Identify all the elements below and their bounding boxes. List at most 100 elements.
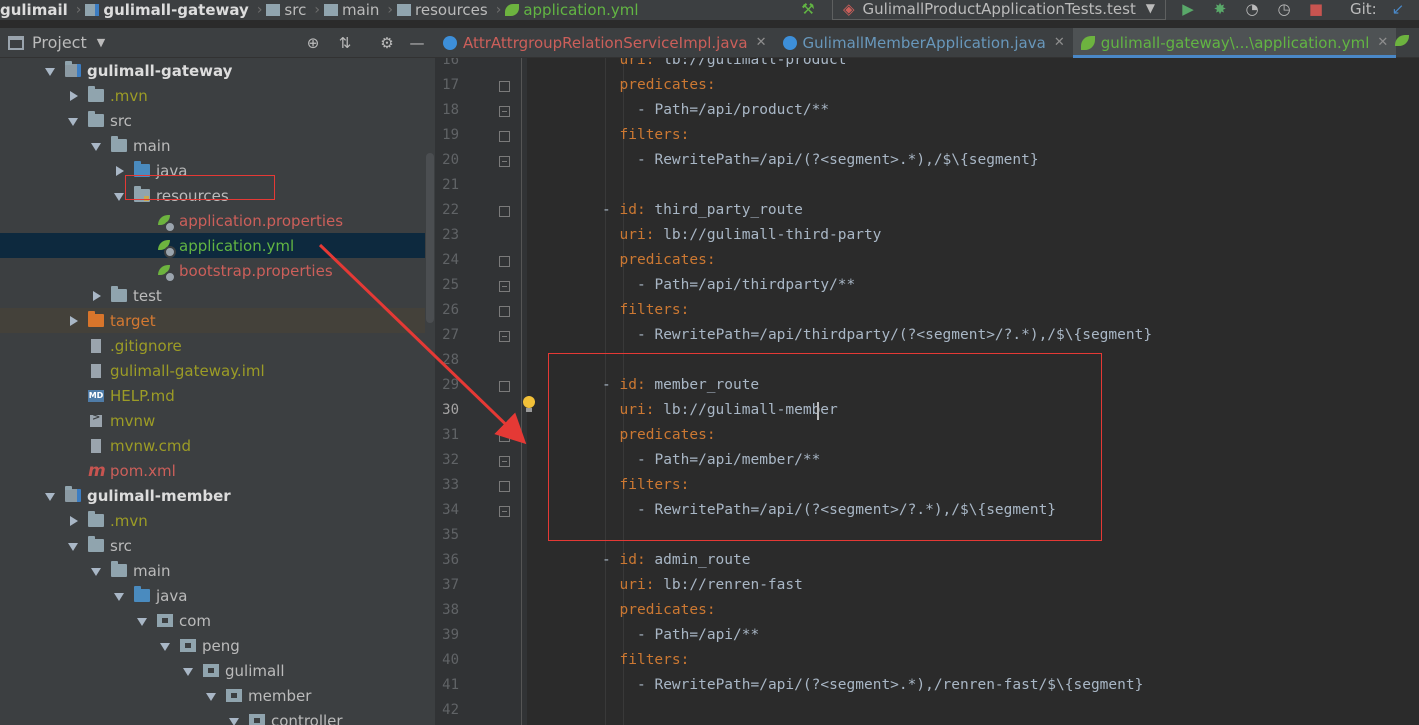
- expand-arrow-icon[interactable]: [68, 116, 78, 126]
- gear-icon[interactable]: ⚙: [377, 33, 397, 53]
- fold-marker-icon[interactable]: [499, 381, 510, 392]
- fold-marker-icon[interactable]: [499, 131, 510, 142]
- code-line[interactable]: predicates:: [620, 73, 716, 98]
- breadcrumb-item[interactable]: resources: [397, 1, 488, 19]
- tree-node[interactable]: .mvn: [0, 83, 425, 108]
- code-line[interactable]: - Path=/api/product/**: [637, 98, 829, 123]
- tree-node[interactable]: com: [0, 608, 425, 633]
- tree-node[interactable]: .gitignore: [0, 333, 425, 358]
- coverage-icon[interactable]: ◔: [1242, 0, 1262, 18]
- tree-node[interactable]: member: [0, 683, 425, 708]
- stop-icon[interactable]: ■: [1306, 0, 1326, 18]
- code-line[interactable]: uri: lb://renren-fast: [620, 573, 803, 598]
- fold-marker-icon[interactable]: [499, 431, 510, 442]
- expand-arrow-icon[interactable]: [45, 491, 55, 501]
- expand-arrow-icon[interactable]: [114, 191, 124, 201]
- tree-node[interactable]: src: [0, 533, 425, 558]
- expand-arrow-icon[interactable]: [206, 691, 216, 701]
- code-line[interactable]: - RewritePath=/api/thirdparty/(?<segment…: [637, 323, 1152, 348]
- tree-node[interactable]: application.yml: [0, 233, 425, 258]
- chevron-down-icon[interactable]: ▼: [97, 36, 105, 49]
- project-tree[interactable]: gulimall-gateway .mvn src main java resources…: [0, 58, 435, 725]
- tree-node[interactable]: .mvn: [0, 508, 425, 533]
- code-editor[interactable]: 16 17 18 19 20 21 22 23 24 25 26 27 28 29 30 31 32 33 34 35…: [435, 58, 1419, 725]
- vcs-update-icon[interactable]: ↙: [1388, 0, 1408, 18]
- collapse-all-icon[interactable]: ⇅: [335, 33, 355, 53]
- code-line[interactable]: - id: admin_route: [602, 548, 750, 573]
- code-line[interactable]: - id: member_route: [602, 373, 759, 398]
- code-line[interactable]: uri: lb://gulimall-product: [620, 58, 847, 73]
- code-line[interactable]: - Path=/api/**: [637, 623, 759, 648]
- code-line[interactable]: predicates:: [620, 423, 716, 448]
- tree-node[interactable]: controller: [0, 708, 425, 725]
- expand-arrow-icon[interactable]: [137, 616, 147, 626]
- code-line[interactable]: - id: third_party_route: [602, 198, 803, 223]
- hammer-icon[interactable]: ⚒: [798, 0, 818, 18]
- tree-node[interactable]: test: [0, 283, 425, 308]
- editor-tab[interactable]: gulimall-gateway\...\application.yml ✕: [1072, 27, 1397, 58]
- code-line[interactable]: filters:: [620, 298, 690, 323]
- fold-marker-icon[interactable]: [499, 481, 510, 492]
- expand-arrow-icon[interactable]: [160, 641, 170, 651]
- fold-marker-icon[interactable]: [499, 306, 510, 317]
- code-line[interactable]: filters:: [620, 648, 690, 673]
- debug-icon[interactable]: ✸: [1210, 0, 1230, 18]
- locate-target-icon[interactable]: ⊕: [303, 33, 323, 53]
- breadcrumb-item[interactable]: src: [266, 1, 306, 19]
- editor-tab[interactable]: AttrAttrgroupRelationServiceImpl.java ✕: [435, 28, 775, 58]
- code-line[interactable]: predicates:: [620, 598, 716, 623]
- expand-arrow-icon[interactable]: [91, 566, 101, 576]
- collapse-arrow-icon[interactable]: [68, 315, 78, 326]
- tree-node[interactable]: mvnw: [0, 408, 425, 433]
- fold-marker-icon[interactable]: [499, 106, 510, 117]
- close-icon[interactable]: ✕: [756, 35, 767, 50]
- fold-marker-icon[interactable]: [499, 281, 510, 292]
- code-line[interactable]: uri: lb://gulimall-third-party: [620, 223, 882, 248]
- tree-node[interactable]: main: [0, 558, 425, 583]
- code-line[interactable]: uri: lb://gulimall-member: [620, 398, 838, 423]
- collapse-arrow-icon[interactable]: [68, 90, 78, 101]
- tree-node[interactable]: java: [0, 158, 425, 183]
- tree-node[interactable]: gulimall-gateway.iml: [0, 358, 425, 383]
- breadcrumb-item[interactable]: gulimall-gateway: [85, 1, 249, 19]
- expand-arrow-icon[interactable]: [91, 141, 101, 151]
- expand-arrow-icon[interactable]: [183, 666, 193, 676]
- code-line[interactable]: - Path=/api/member/**: [637, 448, 820, 473]
- spring-file-icon[interactable]: [1395, 35, 1411, 51]
- expand-arrow-icon[interactable]: [114, 591, 124, 601]
- breadcrumb-item[interactable]: main: [323, 1, 379, 19]
- fold-marker-icon[interactable]: [499, 506, 510, 517]
- tree-node[interactable]: bootstrap.properties: [0, 258, 425, 283]
- tree-node[interactable]: gulimall-gateway: [0, 58, 425, 83]
- tree-node[interactable]: java: [0, 583, 425, 608]
- lightbulb-icon[interactable]: [522, 396, 536, 414]
- tree-node[interactable]: src: [0, 108, 425, 133]
- fold-marker-icon[interactable]: [499, 331, 510, 342]
- project-scrollbar[interactable]: [426, 153, 434, 323]
- tree-node[interactable]: peng: [0, 633, 425, 658]
- code-line[interactable]: - Path=/api/thirdparty/**: [637, 273, 855, 298]
- close-icon[interactable]: ✕: [1054, 35, 1065, 50]
- collapse-arrow-icon[interactable]: [91, 290, 101, 301]
- tree-node[interactable]: gulimall-member: [0, 483, 425, 508]
- editor-gutter[interactable]: 16 17 18 19 20 21 22 23 24 25 26 27 28 29 30 31 32 33 34 35…: [435, 58, 527, 725]
- breadcrumb-item[interactable]: application.yml: [505, 1, 639, 19]
- code-line[interactable]: - RewritePath=/api/(?<segment>/?.*),/$\{…: [637, 498, 1056, 523]
- run-configuration-selector[interactable]: ◈ GulimallProductApplicationTests.test ▼: [832, 0, 1166, 20]
- fold-marker-icon[interactable]: [499, 81, 510, 92]
- breadcrumb-item[interactable]: gulimail: [0, 1, 68, 19]
- tree-node[interactable]: main: [0, 133, 425, 158]
- collapse-arrow-icon[interactable]: [68, 515, 78, 526]
- hide-panel-icon[interactable]: —: [407, 33, 427, 53]
- tree-node[interactable]: gulimall: [0, 658, 425, 683]
- tree-node[interactable]: mvnw.cmd: [0, 433, 425, 458]
- fold-marker-icon[interactable]: [499, 156, 510, 167]
- run-icon[interactable]: ▶: [1178, 0, 1198, 18]
- tree-node[interactable]: application.properties: [0, 208, 425, 233]
- collapse-arrow-icon[interactable]: [114, 165, 124, 176]
- expand-arrow-icon[interactable]: [68, 541, 78, 551]
- expand-arrow-icon[interactable]: [45, 66, 55, 76]
- tree-node[interactable]: m pom.xml: [0, 458, 425, 483]
- editor-tab[interactable]: GulimallMemberApplication.java ✕: [775, 28, 1073, 58]
- code-line[interactable]: predicates:: [620, 248, 716, 273]
